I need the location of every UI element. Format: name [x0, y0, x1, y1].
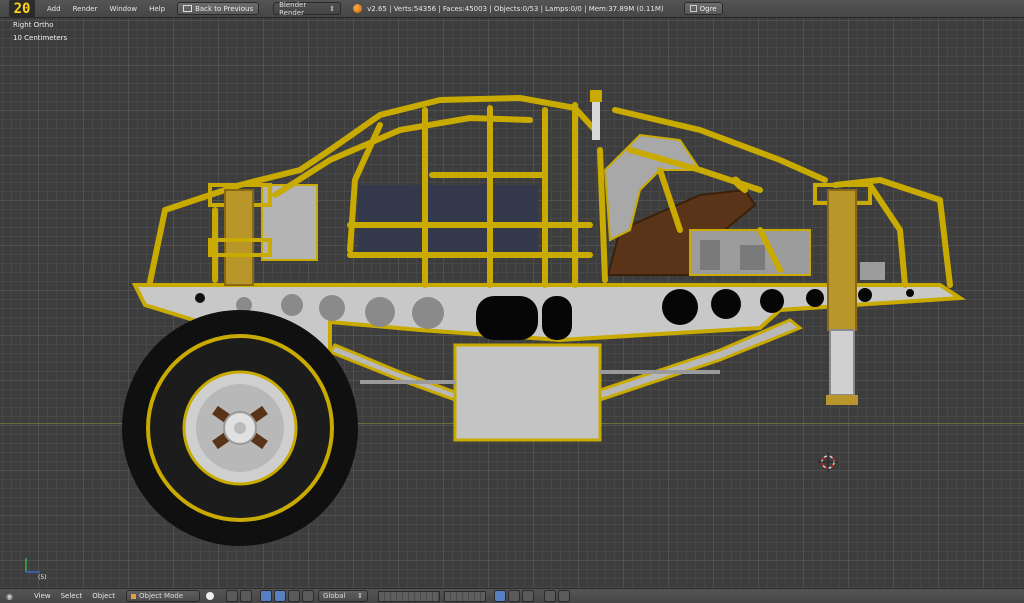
antenna	[590, 90, 602, 140]
snap-element-icon[interactable]	[522, 590, 535, 602]
editor-type-icon[interactable]: ◉	[6, 592, 13, 601]
3d-viewport[interactable]: Right Ortho 10 Centimeters (5)	[0, 18, 1024, 588]
shading-icon[interactable]	[206, 592, 215, 600]
scene-stats: v2.65 | Verts:54356 | Faces:45003 | Obje…	[353, 4, 664, 13]
menu-window[interactable]: Window	[103, 5, 143, 13]
scale-icon[interactable]	[302, 590, 315, 602]
mode-label: Object Mode	[139, 592, 184, 600]
mode-dropdown[interactable]: Object Mode	[126, 590, 201, 602]
orientation-dropdown[interactable]: Global ⇕	[318, 590, 369, 602]
menu-object[interactable]: Object	[87, 592, 120, 600]
window-panel	[358, 185, 538, 252]
layers-icon[interactable]	[378, 590, 441, 602]
axis-gizmo	[25, 558, 40, 573]
pivot-icon[interactable]	[226, 590, 239, 602]
view-menu-bar: View Select Object	[29, 592, 120, 600]
menu-help[interactable]: Help	[143, 5, 171, 13]
manipulator-icon[interactable]	[260, 590, 273, 602]
rotate-icon[interactable]	[288, 590, 301, 602]
menu-view[interactable]: View	[29, 592, 56, 600]
info-header: 20 Add Render Window Help Back to Previo…	[0, 0, 1024, 18]
cube-icon	[131, 593, 137, 599]
layers-icon-2[interactable]	[444, 590, 487, 602]
snap-icon[interactable]	[240, 590, 253, 602]
frame-counter: 20	[9, 0, 35, 17]
frame-number: 20	[13, 0, 31, 17]
buggy-model[interactable]	[0, 18, 1024, 588]
animation-icon[interactable]	[558, 590, 571, 602]
screen-icon	[183, 5, 193, 12]
render-engine-dropdown[interactable]: Blender Render ⇕	[273, 0, 342, 17]
checkbox-icon	[689, 5, 697, 12]
ogre-label: Ogre	[699, 4, 717, 13]
blender-icon	[353, 4, 363, 13]
3d-view-header: ◉ View Select Object Object Mode Global …	[0, 588, 1024, 603]
render-icon[interactable]	[544, 590, 557, 602]
menu-render[interactable]: Render	[67, 5, 104, 13]
translate-icon[interactable]	[274, 590, 287, 602]
frame-indicator: (5)	[38, 574, 47, 581]
back-to-previous-button[interactable]: Back to Previous	[177, 2, 260, 15]
header-menu: Add Render Window Help	[41, 5, 171, 13]
menu-select[interactable]: Select	[56, 592, 88, 600]
chevron-updown-icon: ⇕	[357, 592, 364, 600]
render-engine-label: Blender Render	[279, 0, 307, 17]
stats-text: v2.65 | Verts:54356 | Faces:45003 | Obje…	[367, 4, 664, 13]
lock-layer-icon[interactable]	[494, 590, 507, 602]
menu-add[interactable]: Add	[41, 5, 67, 13]
front-wheel	[122, 310, 358, 546]
ogre-button[interactable]: Ogre	[683, 2, 723, 15]
chevron-updown-icon: ⇕	[329, 4, 336, 13]
3d-cursor	[818, 452, 838, 472]
proportional-edit-icon[interactable]	[508, 590, 521, 602]
orientation-label: Global	[323, 592, 346, 600]
back-to-previous-label: Back to Previous	[195, 4, 254, 13]
